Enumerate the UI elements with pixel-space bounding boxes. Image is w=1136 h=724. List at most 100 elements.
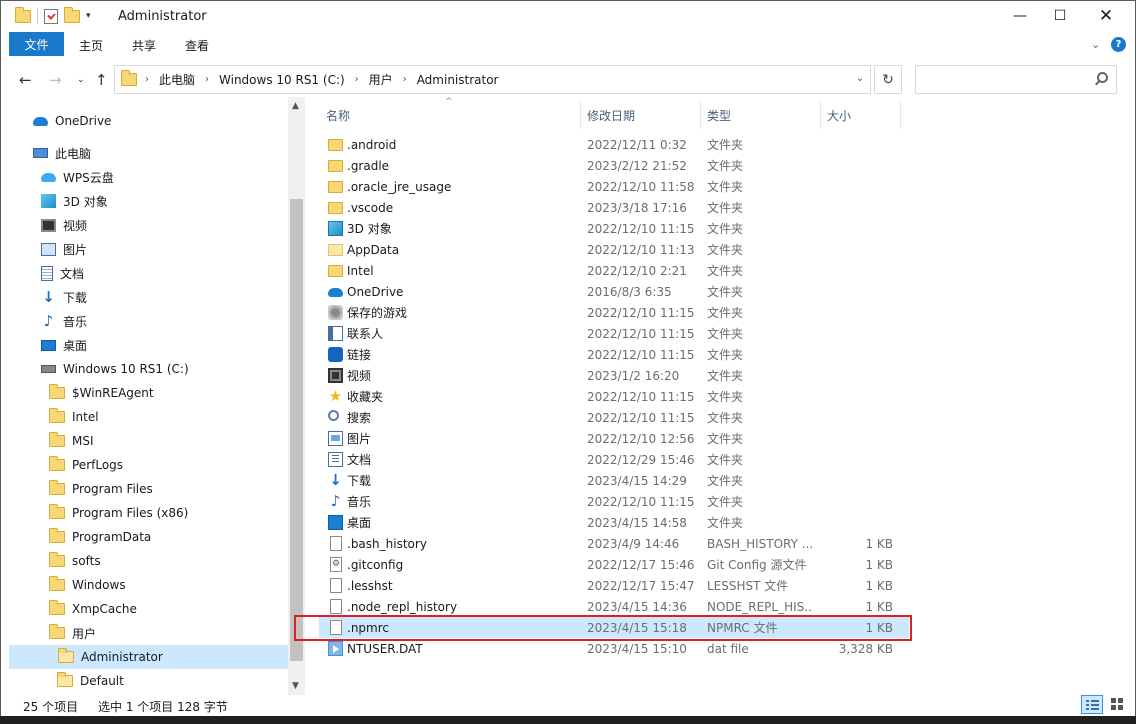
scroll-down-icon[interactable]: ▼ [292, 681, 299, 691]
nav-folder[interactable]: softs [49, 549, 101, 573]
folder-icon[interactable] [15, 6, 31, 23]
tab-share[interactable]: 共享 [132, 37, 156, 54]
nav-folder[interactable]: ProgramData [49, 525, 151, 549]
refresh-button[interactable]: ↻ [874, 65, 902, 94]
window-title: Administrator [118, 9, 207, 24]
item-count: 25 个项目 [23, 700, 79, 714]
properties-icon[interactable] [44, 8, 58, 24]
nav-folder[interactable]: $WinREAgent [49, 381, 154, 405]
breadcrumb-item[interactable]: Administrator [417, 73, 499, 87]
column-header-type[interactable]: 类型 [701, 101, 821, 129]
nav-this-pc[interactable]: 此电脑 [33, 141, 91, 165]
music-icon: ♪ [330, 492, 341, 510]
nav-folder[interactable]: Intel [49, 405, 99, 429]
nav-downloads[interactable]: ↓ 下载 [41, 285, 87, 309]
column-header-date[interactable]: 修改日期 [581, 101, 701, 129]
chevron-right-icon[interactable]: › [355, 74, 359, 85]
back-icon[interactable]: ← [19, 71, 32, 89]
file-row[interactable]: 视频 2023/1/2 16:20 文件夹 [319, 365, 909, 386]
nav-folder[interactable]: MSI [49, 429, 94, 453]
file-row[interactable]: 联系人 2022/12/10 11:15 文件夹 [319, 323, 909, 344]
scroll-up-icon[interactable]: ▲ [292, 101, 299, 111]
file-row[interactable]: Intel 2022/12/10 2:21 文件夹 [319, 260, 909, 281]
file-row[interactable]: OneDrive 2016/8/3 6:35 文件夹 [319, 281, 909, 302]
breadcrumb-item[interactable]: Windows 10 RS1 (C:) [219, 73, 345, 87]
maximize-button[interactable]: ☐ [1037, 1, 1083, 31]
chevron-right-icon[interactable]: › [145, 74, 149, 85]
file-row[interactable]: 搜索 2022/12/10 11:15 文件夹 [319, 407, 909, 428]
file-row[interactable]: ♪ 音乐 2022/12/10 11:15 文件夹 [319, 491, 909, 512]
chevron-right-icon[interactable]: › [205, 74, 209, 85]
file-row[interactable]: .bash_history 2023/4/9 14:46 BASH_HISTORY … [319, 533, 909, 554]
help-icon[interactable]: ? [1111, 37, 1126, 52]
navigation-scrollbar[interactable]: ▲ ▼ [288, 97, 305, 695]
nav-folder[interactable]: XmpCache [49, 597, 137, 621]
file-row[interactable]: ★ 收藏夹 2022/12/10 11:15 文件夹 [319, 386, 909, 407]
breadcrumb-item[interactable]: 此电脑 [159, 71, 195, 88]
file-row[interactable]: .lesshst 2022/12/17 15:47 LESSHST 文件 1 KB [319, 575, 909, 596]
file-row[interactable]: .gitconfig 2022/12/17 15:46 Git Config 源文件… [319, 554, 909, 575]
address-dropdown-icon[interactable]: ⌄ [856, 73, 864, 84]
file-row[interactable]: .gradle 2023/2/12 21:52 文件夹 [319, 155, 909, 176]
tab-file[interactable]: 文件 [9, 32, 64, 56]
nav-3d-objects[interactable]: 3D 对象 [41, 189, 108, 213]
card-icon [328, 326, 343, 341]
file-name: .vscode [347, 200, 394, 215]
desk-icon [328, 515, 343, 530]
file-row[interactable]: 文档 2022/12/29 15:46 文件夹 [319, 449, 909, 470]
picture-icon [41, 242, 56, 256]
column-header-size[interactable]: 大小 [821, 101, 901, 129]
nav-folder[interactable]: Windows [49, 573, 126, 597]
up-icon[interactable]: ↑ [95, 71, 108, 89]
file-row[interactable]: 图片 2022/12/10 12:56 文件夹 [319, 428, 909, 449]
nav-onedrive[interactable]: OneDrive [33, 109, 111, 133]
file-type: 文件夹 [707, 390, 744, 404]
file-row[interactable]: 保存的游戏 2022/12/10 11:15 文件夹 [319, 302, 909, 323]
recent-locations-icon[interactable]: ⌄ [77, 75, 85, 85]
address-bar[interactable]: › 此电脑 › Windows 10 RS1 (C:) › 用户 › Admin… [114, 65, 871, 94]
customize-toolbar-icon[interactable]: ▾ [86, 11, 91, 21]
nav-music[interactable]: ♪ 音乐 [41, 309, 87, 333]
nav-drive-c[interactable]: Windows 10 RS1 (C:) [41, 357, 189, 381]
column-header-name[interactable]: 名称 [320, 101, 581, 129]
file-row[interactable]: 3D 对象 2022/12/10 11:15 文件夹 [319, 218, 909, 239]
nav-documents[interactable]: 文档 [41, 261, 84, 285]
file-row[interactable]: ↓ 下载 2023/4/15 14:29 文件夹 [319, 470, 909, 491]
folder-icon [49, 600, 65, 615]
file-row[interactable]: .node_repl_history 2023/4/15 14:36 NODE_RE… [319, 596, 909, 617]
nav-wps[interactable]: WPS云盘 [41, 165, 114, 189]
download-icon: ↓ [42, 288, 55, 306]
forward-icon[interactable]: → [49, 71, 62, 89]
file-row[interactable]: 链接 2022/12/10 11:15 文件夹 [319, 344, 909, 365]
nav-desktop[interactable]: 桌面 [41, 333, 87, 357]
file-row[interactable]: NTUSER.DAT 2023/4/15 15:10 dat file 3,328 K… [319, 638, 909, 659]
file-row[interactable]: .oracle_jre_usage 2022/12/10 11:58 文件夹 [319, 176, 909, 197]
nav-folder[interactable]: Program Files [49, 477, 153, 501]
nav-folder[interactable]: Program Files (x86) [49, 501, 188, 525]
file-date: 2022/12/11 0:32 [587, 137, 687, 152]
close-button[interactable]: ✕ [1083, 1, 1129, 31]
nav-folder[interactable]: 用户 [49, 621, 96, 645]
breadcrumb-item[interactable]: 用户 [369, 71, 393, 88]
file-row[interactable]: .vscode 2023/3/18 17:16 文件夹 [319, 197, 909, 218]
tab-home[interactable]: 主页 [79, 37, 103, 54]
large-icons-view-button[interactable] [1107, 695, 1129, 714]
details-view-button[interactable] [1081, 695, 1103, 714]
file-row[interactable]: AppData 2022/12/10 11:13 文件夹 [319, 239, 909, 260]
chevron-right-icon[interactable]: › [403, 74, 407, 85]
nav-folder[interactable]: Default [57, 669, 124, 693]
file-row[interactable]: .android 2022/12/11 0:32 文件夹 [319, 134, 909, 155]
search-input[interactable] [915, 65, 1117, 94]
scrollbar-thumb[interactable] [290, 199, 303, 661]
expand-ribbon-icon[interactable]: ⌄ [1091, 38, 1100, 51]
nav-pictures[interactable]: 图片 [41, 237, 87, 261]
tab-view[interactable]: 查看 [185, 37, 209, 54]
search-icon[interactable] [1097, 72, 1108, 83]
file-date: 2023/4/9 14:46 [587, 536, 680, 551]
nav-folder[interactable]: PerfLogs [49, 453, 123, 477]
nav-videos[interactable]: 视频 [41, 213, 87, 237]
nav-folder-selected[interactable]: Administrator [9, 645, 288, 669]
gear-icon [330, 557, 342, 572]
file-row[interactable]: 桌面 2023/4/15 14:58 文件夹 [319, 512, 909, 533]
new-folder-icon[interactable] [64, 6, 80, 23]
